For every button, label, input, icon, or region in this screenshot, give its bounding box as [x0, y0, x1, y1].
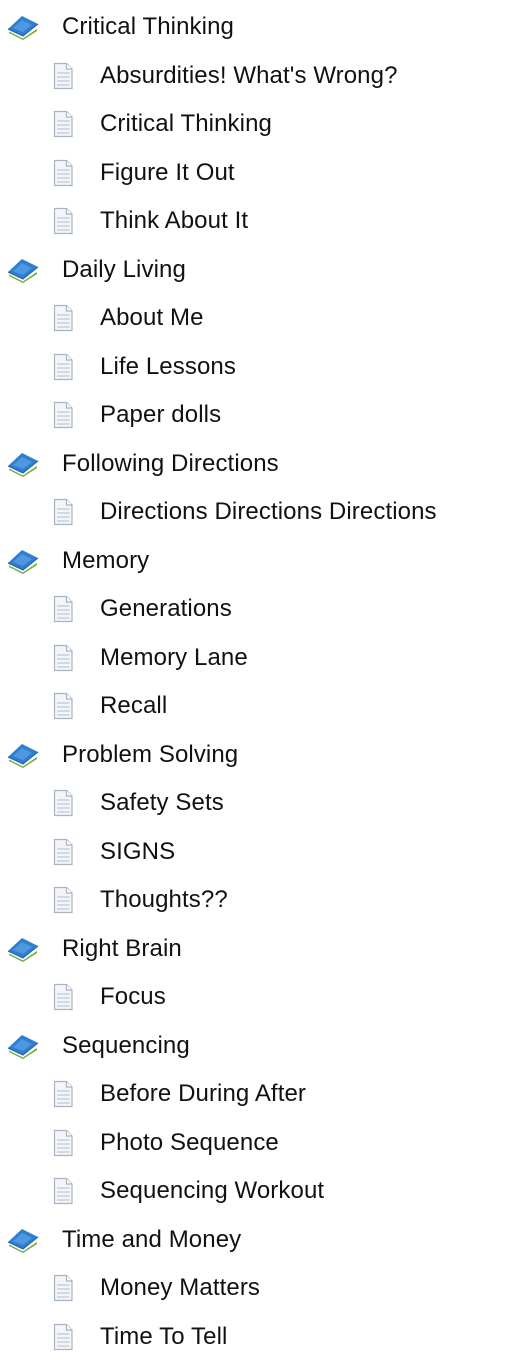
page-icon	[52, 1323, 74, 1351]
page-icon	[52, 159, 74, 187]
book-icon	[6, 257, 40, 283]
item-label: Before During After	[100, 1082, 306, 1106]
item-label: Absurdities! What's Wrong?	[100, 64, 398, 88]
page-item-generations[interactable]: Generations	[0, 585, 517, 634]
category-label: Daily Living	[62, 258, 186, 282]
page-item-focus[interactable]: Focus	[0, 973, 517, 1022]
category-sequencing[interactable]: Sequencing	[0, 1022, 517, 1071]
page-item-photo-sequence[interactable]: Photo Sequence	[0, 1119, 517, 1168]
page-item-time-to-tell[interactable]: Time To Tell	[0, 1313, 517, 1361]
category-critical-thinking[interactable]: Critical Thinking	[0, 3, 517, 52]
category-label: Critical Thinking	[62, 15, 234, 39]
book-icon	[6, 451, 40, 477]
page-item-critical-thinking[interactable]: Critical Thinking	[0, 100, 517, 149]
item-label: Thoughts??	[100, 888, 228, 912]
category-time-and-money[interactable]: Time and Money	[0, 1216, 517, 1265]
item-label: Focus	[100, 985, 166, 1009]
page-item-thoughts[interactable]: Thoughts??	[0, 876, 517, 925]
page-item-directions-directions-directions[interactable]: Directions Directions Directions	[0, 488, 517, 537]
category-problem-solving[interactable]: Problem Solving	[0, 731, 517, 780]
page-icon	[52, 886, 74, 914]
category-label: Problem Solving	[62, 743, 238, 767]
category-tree: Critical Thinking Absurdities! What's Wr…	[0, 0, 517, 1361]
page-icon	[52, 1129, 74, 1157]
category-right-brain[interactable]: Right Brain	[0, 925, 517, 974]
category-following-directions[interactable]: Following Directions	[0, 440, 517, 489]
book-icon	[6, 1033, 40, 1059]
item-label: Memory Lane	[100, 646, 248, 670]
page-icon	[52, 595, 74, 623]
page-item-money-matters[interactable]: Money Matters	[0, 1264, 517, 1313]
category-label: Sequencing	[62, 1034, 190, 1058]
page-icon	[52, 1177, 74, 1205]
book-icon	[6, 936, 40, 962]
category-daily-living[interactable]: Daily Living	[0, 246, 517, 295]
book-icon	[6, 14, 40, 40]
page-icon	[52, 789, 74, 817]
book-icon	[6, 548, 40, 574]
page-item-signs[interactable]: SIGNS	[0, 828, 517, 877]
page-item-before-during-after[interactable]: Before During After	[0, 1070, 517, 1119]
page-icon	[52, 838, 74, 866]
page-item-about-me[interactable]: About Me	[0, 294, 517, 343]
category-label: Right Brain	[62, 937, 182, 961]
page-item-paper-dolls[interactable]: Paper dolls	[0, 391, 517, 440]
page-icon	[52, 207, 74, 235]
page-item-memory-lane[interactable]: Memory Lane	[0, 634, 517, 683]
item-label: Think About It	[100, 209, 248, 233]
item-label: Generations	[100, 597, 232, 621]
item-label: Money Matters	[100, 1276, 260, 1300]
item-label: SIGNS	[100, 840, 175, 864]
page-icon	[52, 983, 74, 1011]
page-item-recall[interactable]: Recall	[0, 682, 517, 731]
page-icon	[52, 62, 74, 90]
item-label: Paper dolls	[100, 403, 221, 427]
page-icon	[52, 692, 74, 720]
category-memory[interactable]: Memory	[0, 537, 517, 586]
item-label: Safety Sets	[100, 791, 224, 815]
page-item-figure-it-out[interactable]: Figure It Out	[0, 149, 517, 198]
book-icon	[6, 742, 40, 768]
book-icon	[6, 1227, 40, 1253]
item-label: Sequencing Workout	[100, 1179, 324, 1203]
item-label: Time To Tell	[100, 1325, 227, 1349]
page-item-absurdities-whats-wrong[interactable]: Absurdities! What's Wrong?	[0, 52, 517, 101]
item-label: Photo Sequence	[100, 1131, 279, 1155]
category-label: Time and Money	[62, 1228, 241, 1252]
page-item-safety-sets[interactable]: Safety Sets	[0, 779, 517, 828]
page-icon	[52, 110, 74, 138]
page-icon	[52, 304, 74, 332]
page-icon	[52, 498, 74, 526]
page-icon	[52, 1274, 74, 1302]
item-label: Figure It Out	[100, 161, 235, 185]
item-label: Critical Thinking	[100, 112, 272, 136]
page-icon	[52, 644, 74, 672]
item-label: Directions Directions Directions	[100, 500, 437, 524]
category-label: Following Directions	[62, 452, 279, 476]
page-icon	[52, 1080, 74, 1108]
item-label: Life Lessons	[100, 355, 236, 379]
page-item-life-lessons[interactable]: Life Lessons	[0, 343, 517, 392]
page-icon	[52, 353, 74, 381]
item-label: Recall	[100, 694, 167, 718]
page-icon	[52, 401, 74, 429]
category-label: Memory	[62, 549, 149, 573]
page-item-think-about-it[interactable]: Think About It	[0, 197, 517, 246]
item-label: About Me	[100, 306, 204, 330]
page-item-sequencing-workout[interactable]: Sequencing Workout	[0, 1167, 517, 1216]
